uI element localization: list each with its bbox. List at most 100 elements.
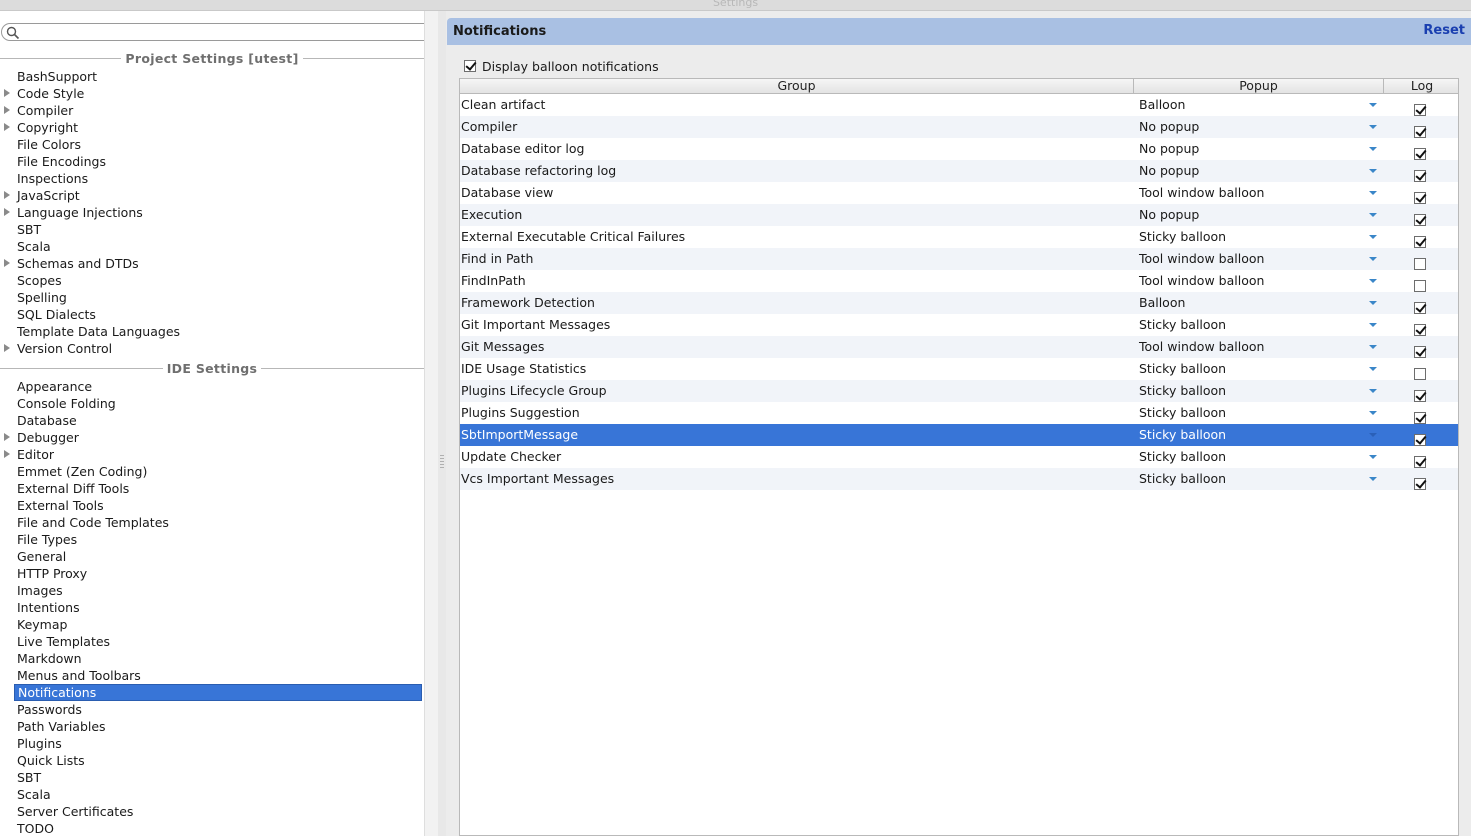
sidebar-item-spelling[interactable]: Spelling xyxy=(14,289,422,306)
table-row[interactable]: Plugins Suggestion Sticky balloon xyxy=(460,402,1458,424)
sidebar-item-plugins[interactable]: Plugins xyxy=(14,735,422,752)
popup-select[interactable]: No popup xyxy=(1139,204,1199,226)
table-row[interactable]: Vcs Important Messages Sticky balloon xyxy=(460,468,1458,490)
log-checkbox[interactable] xyxy=(1414,147,1426,160)
sidebar-item-copyright[interactable]: Copyright xyxy=(14,119,422,136)
dropdown-arrow-icon[interactable] xyxy=(1369,477,1377,481)
table-row[interactable]: Plugins Lifecycle Group Sticky balloon xyxy=(460,380,1458,402)
log-checkbox[interactable] xyxy=(1414,411,1426,424)
table-row[interactable]: Git Messages Tool window balloon xyxy=(460,336,1458,358)
sidebar-item-code-style[interactable]: Code Style xyxy=(14,85,422,102)
table-row[interactable]: Database refactoring log No popup xyxy=(460,160,1458,182)
sidebar-item-path-variables[interactable]: Path Variables xyxy=(14,718,422,735)
splitter[interactable] xyxy=(438,11,446,836)
sidebar-item-editor[interactable]: Editor xyxy=(14,446,422,463)
sidebar-item-server-certificates[interactable]: Server Certificates xyxy=(14,803,422,820)
log-checkbox[interactable] xyxy=(1414,367,1426,380)
sidebar-item-language-injections[interactable]: Language Injections xyxy=(14,204,422,221)
search-input[interactable] xyxy=(1,23,437,41)
log-checkbox[interactable] xyxy=(1414,125,1426,138)
dropdown-arrow-icon[interactable] xyxy=(1369,323,1377,327)
popup-select[interactable]: No popup xyxy=(1139,138,1199,160)
expand-arrow-icon[interactable] xyxy=(4,106,10,114)
dropdown-arrow-icon[interactable] xyxy=(1369,389,1377,393)
dropdown-arrow-icon[interactable] xyxy=(1369,125,1377,129)
popup-select[interactable]: Sticky balloon xyxy=(1139,226,1226,248)
log-checkbox[interactable] xyxy=(1414,301,1426,314)
log-checkbox[interactable] xyxy=(1414,323,1426,336)
log-checkbox[interactable] xyxy=(1414,235,1426,248)
sidebar-item-images[interactable]: Images xyxy=(14,582,422,599)
sidebar-item-template-data-languages[interactable]: Template Data Languages xyxy=(14,323,422,340)
sidebar-item-keymap[interactable]: Keymap xyxy=(14,616,422,633)
sidebar-item-quick-lists[interactable]: Quick Lists xyxy=(14,752,422,769)
table-row[interactable]: IDE Usage Statistics Sticky balloon xyxy=(460,358,1458,380)
sidebar-item-inspections[interactable]: Inspections xyxy=(14,170,422,187)
sidebar-item-debugger[interactable]: Debugger xyxy=(14,429,422,446)
sidebar-item-scopes[interactable]: Scopes xyxy=(14,272,422,289)
sidebar-item-scala[interactable]: Scala xyxy=(14,238,422,255)
popup-select[interactable]: Tool window balloon xyxy=(1139,248,1264,270)
display-balloon-option[interactable]: Display balloon notifications xyxy=(464,58,659,74)
sidebar-item-sbt[interactable]: SBT xyxy=(14,221,422,238)
table-row[interactable]: External Executable Critical Failures Sti… xyxy=(460,226,1458,248)
log-checkbox[interactable] xyxy=(1414,169,1426,182)
dropdown-arrow-icon[interactable] xyxy=(1369,411,1377,415)
sidebar-item-markdown[interactable]: Markdown xyxy=(14,650,422,667)
expand-arrow-icon[interactable] xyxy=(4,433,10,441)
table-row[interactable]: FindInPath Tool window balloon xyxy=(460,270,1458,292)
log-checkbox[interactable] xyxy=(1414,257,1426,270)
display-balloon-checkbox[interactable] xyxy=(464,60,476,72)
dropdown-arrow-icon[interactable] xyxy=(1369,191,1377,195)
sidebar-item-live-templates[interactable]: Live Templates xyxy=(14,633,422,650)
dropdown-arrow-icon[interactable] xyxy=(1369,367,1377,371)
popup-select[interactable]: Tool window balloon xyxy=(1139,182,1264,204)
popup-select[interactable]: Sticky balloon xyxy=(1139,358,1226,380)
log-checkbox[interactable] xyxy=(1414,389,1426,402)
log-checkbox[interactable] xyxy=(1414,433,1426,446)
dropdown-arrow-icon[interactable] xyxy=(1369,169,1377,173)
dropdown-arrow-icon[interactable] xyxy=(1369,301,1377,305)
dropdown-arrow-icon[interactable] xyxy=(1369,345,1377,349)
popup-select[interactable]: Tool window balloon xyxy=(1139,270,1264,292)
dropdown-arrow-icon[interactable] xyxy=(1369,213,1377,217)
sidebar-item-sql-dialects[interactable]: SQL Dialects xyxy=(14,306,422,323)
dropdown-arrow-icon[interactable] xyxy=(1369,103,1377,107)
popup-select[interactable]: Sticky balloon xyxy=(1139,446,1226,468)
sidebar-item-external-diff-tools[interactable]: External Diff Tools xyxy=(14,480,422,497)
table-row[interactable]: Database editor log No popup xyxy=(460,138,1458,160)
dropdown-arrow-icon[interactable] xyxy=(1369,257,1377,261)
log-checkbox[interactable] xyxy=(1414,191,1426,204)
column-header-log[interactable]: Log xyxy=(1384,79,1458,93)
sidebar-item-external-tools[interactable]: External Tools xyxy=(14,497,422,514)
sidebar-item-console-folding[interactable]: Console Folding xyxy=(14,395,422,412)
expand-arrow-icon[interactable] xyxy=(4,344,10,352)
dropdown-arrow-icon[interactable] xyxy=(1369,279,1377,283)
sidebar-item-general[interactable]: General xyxy=(14,548,422,565)
expand-arrow-icon[interactable] xyxy=(4,89,10,97)
column-header-popup[interactable]: Popup xyxy=(1134,79,1384,93)
sidebar-item-file-types[interactable]: File Types xyxy=(14,531,422,548)
sidebar-item-javascript[interactable]: JavaScript xyxy=(14,187,422,204)
popup-select[interactable]: Sticky balloon xyxy=(1139,380,1226,402)
sidebar-item-database[interactable]: Database xyxy=(14,412,422,429)
sidebar-scrollbar[interactable] xyxy=(424,11,439,836)
sidebar-item-file-colors[interactable]: File Colors xyxy=(14,136,422,153)
expand-arrow-icon[interactable] xyxy=(4,123,10,131)
popup-select[interactable]: Sticky balloon xyxy=(1139,402,1226,424)
dropdown-arrow-icon[interactable] xyxy=(1369,455,1377,459)
table-row[interactable]: SbtImportMessage Sticky balloon xyxy=(460,424,1458,446)
expand-arrow-icon[interactable] xyxy=(4,450,10,458)
log-checkbox[interactable] xyxy=(1414,103,1426,116)
sidebar-item-intentions[interactable]: Intentions xyxy=(14,599,422,616)
table-row[interactable]: Git Important Messages Sticky balloon xyxy=(460,314,1458,336)
table-row[interactable]: Find in Path Tool window balloon xyxy=(460,248,1458,270)
log-checkbox[interactable] xyxy=(1414,477,1426,490)
sidebar-item-bashsupport[interactable]: BashSupport xyxy=(14,68,422,85)
sidebar-item-schemas-and-dtds[interactable]: Schemas and DTDs xyxy=(14,255,422,272)
expand-arrow-icon[interactable] xyxy=(4,259,10,267)
sidebar-item-compiler[interactable]: Compiler xyxy=(14,102,422,119)
reset-link[interactable]: Reset xyxy=(1423,23,1465,38)
sidebar-item-file-and-code-templates[interactable]: File and Code Templates xyxy=(14,514,422,531)
log-checkbox[interactable] xyxy=(1414,279,1426,292)
